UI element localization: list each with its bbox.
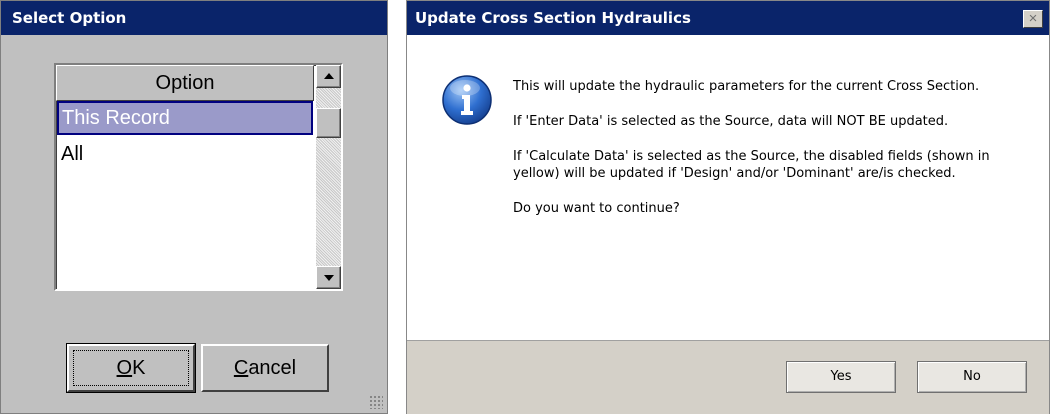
message-line-4: Do you want to continue?	[513, 201, 680, 216]
message-line-1: This will update the hydraulic parameter…	[513, 79, 980, 94]
scroll-down-button[interactable]	[316, 266, 341, 289]
list-item-this-record[interactable]: This Record	[57, 101, 313, 135]
scroll-thumb[interactable]	[316, 108, 341, 138]
close-icon: ×	[1028, 10, 1038, 27]
cancel-button[interactable]: Cancel	[201, 344, 329, 392]
list-item-all[interactable]: All	[57, 137, 313, 171]
select-option-dialog: Select Option Option This Record All OK …	[0, 0, 388, 414]
select-option-title: Select Option	[1, 1, 387, 35]
arrow-down-icon	[324, 275, 334, 281]
update-hydraulics-dialog: Update Cross Section Hydraulics × This w…	[406, 0, 1050, 414]
message-line-3: If 'Calculate Data' is selected as the S…	[513, 149, 990, 181]
message-text: This will update the hydraulic parameter…	[513, 78, 1025, 235]
message-line-2: If 'Enter Data' is selected as the Sourc…	[513, 114, 949, 129]
no-button[interactable]: No	[917, 361, 1027, 393]
close-button[interactable]: ×	[1023, 10, 1043, 28]
option-listbox[interactable]: Option This Record All	[54, 63, 343, 291]
scroll-up-button[interactable]	[316, 65, 341, 88]
update-dialog-title: Update Cross Section Hydraulics	[407, 1, 1049, 35]
vertical-scrollbar[interactable]	[316, 65, 341, 289]
yes-button[interactable]: Yes	[786, 361, 896, 393]
focus-rectangle	[73, 350, 189, 386]
cancel-label: Cancel	[233, 357, 297, 379]
arrow-up-icon	[324, 73, 334, 79]
info-icon	[442, 75, 492, 125]
resize-grip-icon[interactable]	[369, 395, 383, 409]
ok-button[interactable]: OK	[66, 343, 196, 393]
option-column-header[interactable]: Option	[56, 65, 314, 101]
